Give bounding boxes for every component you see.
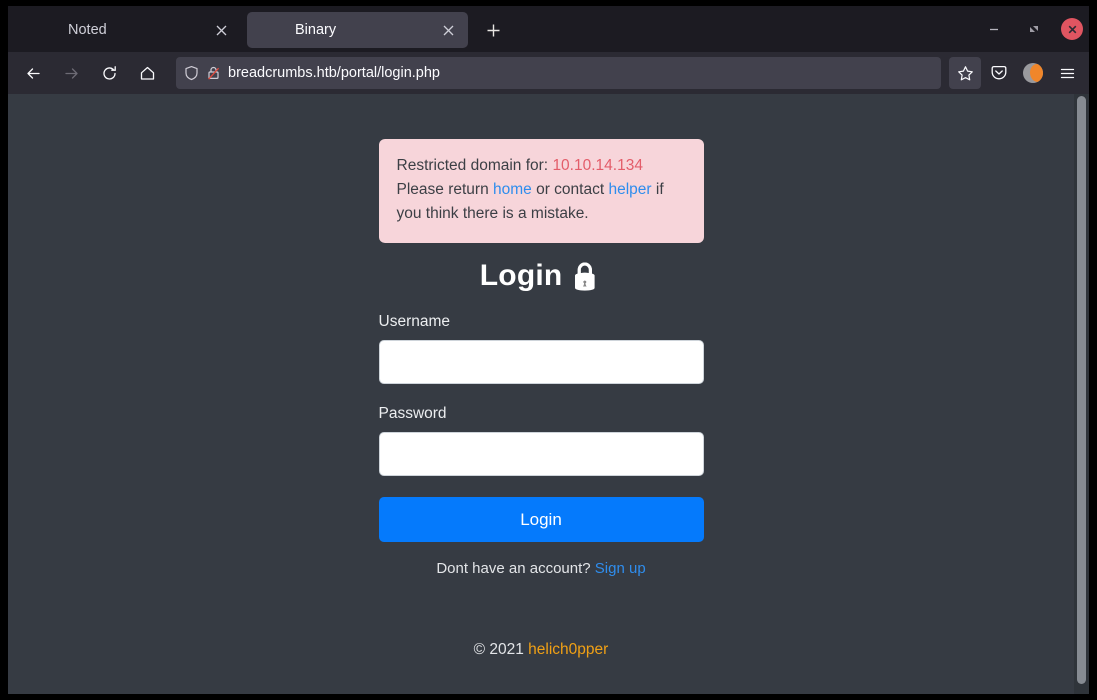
footer-copyright: © 2021 [474,641,529,658]
alert-home-link[interactable]: home [493,181,532,198]
tab-strip: Noted Binary [8,6,1089,52]
alert-helper-link[interactable]: helper [608,181,651,198]
page-footer: © 2021 helich0pper [379,641,704,659]
username-input[interactable] [379,340,704,384]
signup-prompt-text: Dont have an account? [436,560,594,577]
restricted-domain-alert: Restricted domain for: 10.10.14.134 Plea… [379,139,704,243]
toolbar-right-group [949,57,1083,89]
alert-line1-prefix: Restricted domain for: [397,157,553,174]
lock-crossed-out-icon[interactable] [206,65,221,81]
firefox-account-avatar[interactable] [1017,57,1049,89]
tab-close-icon[interactable] [436,18,460,42]
signup-prompt: Dont have an account? Sign up [379,560,704,577]
close-window-icon[interactable] [1061,18,1083,40]
shield-icon[interactable] [184,65,199,81]
lock-icon: 🔒 [568,261,602,291]
login-container: Restricted domain for: 10.10.14.134 Plea… [379,139,704,659]
login-submit-button[interactable]: Login [379,497,704,542]
arrow-left-icon[interactable] [17,57,49,89]
minimize-icon[interactable] [981,16,1007,42]
browser-tab-noted[interactable]: Noted [20,12,241,48]
password-label: Password [379,405,704,423]
page-scrollbar[interactable] [1074,94,1089,694]
tab-title: Noted [20,23,209,38]
hamburger-menu-icon[interactable] [1051,57,1083,89]
navigation-toolbar: breadcrumbs.htb/portal/login.php [8,52,1089,94]
footer-author: helich0pper [528,641,608,658]
login-heading-text: Login [480,259,563,292]
url-bar[interactable]: breadcrumbs.htb/portal/login.php [176,57,941,89]
home-icon[interactable] [131,57,163,89]
tab-close-icon[interactable] [209,18,233,42]
maximize-restore-icon[interactable] [1021,16,1047,42]
tab-title: Binary [247,23,436,38]
password-input[interactable] [379,432,704,476]
signup-link[interactable]: Sign up [595,560,646,577]
window-controls [981,16,1083,42]
url-text[interactable]: breadcrumbs.htb/portal/login.php [228,65,440,81]
pocket-save-icon[interactable] [983,57,1015,89]
alert-line2-middle: or contact [532,181,609,198]
page-scrollbar-thumb[interactable] [1077,96,1086,684]
arrow-right-icon[interactable] [55,57,87,89]
page-title: Login🔒 [379,259,704,293]
new-tab-button[interactable] [478,15,508,45]
alert-line2-prefix: Please return [397,181,494,198]
star-icon[interactable] [949,57,981,89]
reload-icon[interactable] [93,57,125,89]
page-content: Restricted domain for: 10.10.14.134 Plea… [8,94,1074,694]
page-viewport: Restricted domain for: 10.10.14.134 Plea… [8,94,1089,694]
username-label: Username [379,313,704,331]
browser-window: Noted Binary [8,6,1089,694]
browser-tab-binary[interactable]: Binary [247,12,468,48]
alert-ip-address: 10.10.14.134 [552,157,643,174]
